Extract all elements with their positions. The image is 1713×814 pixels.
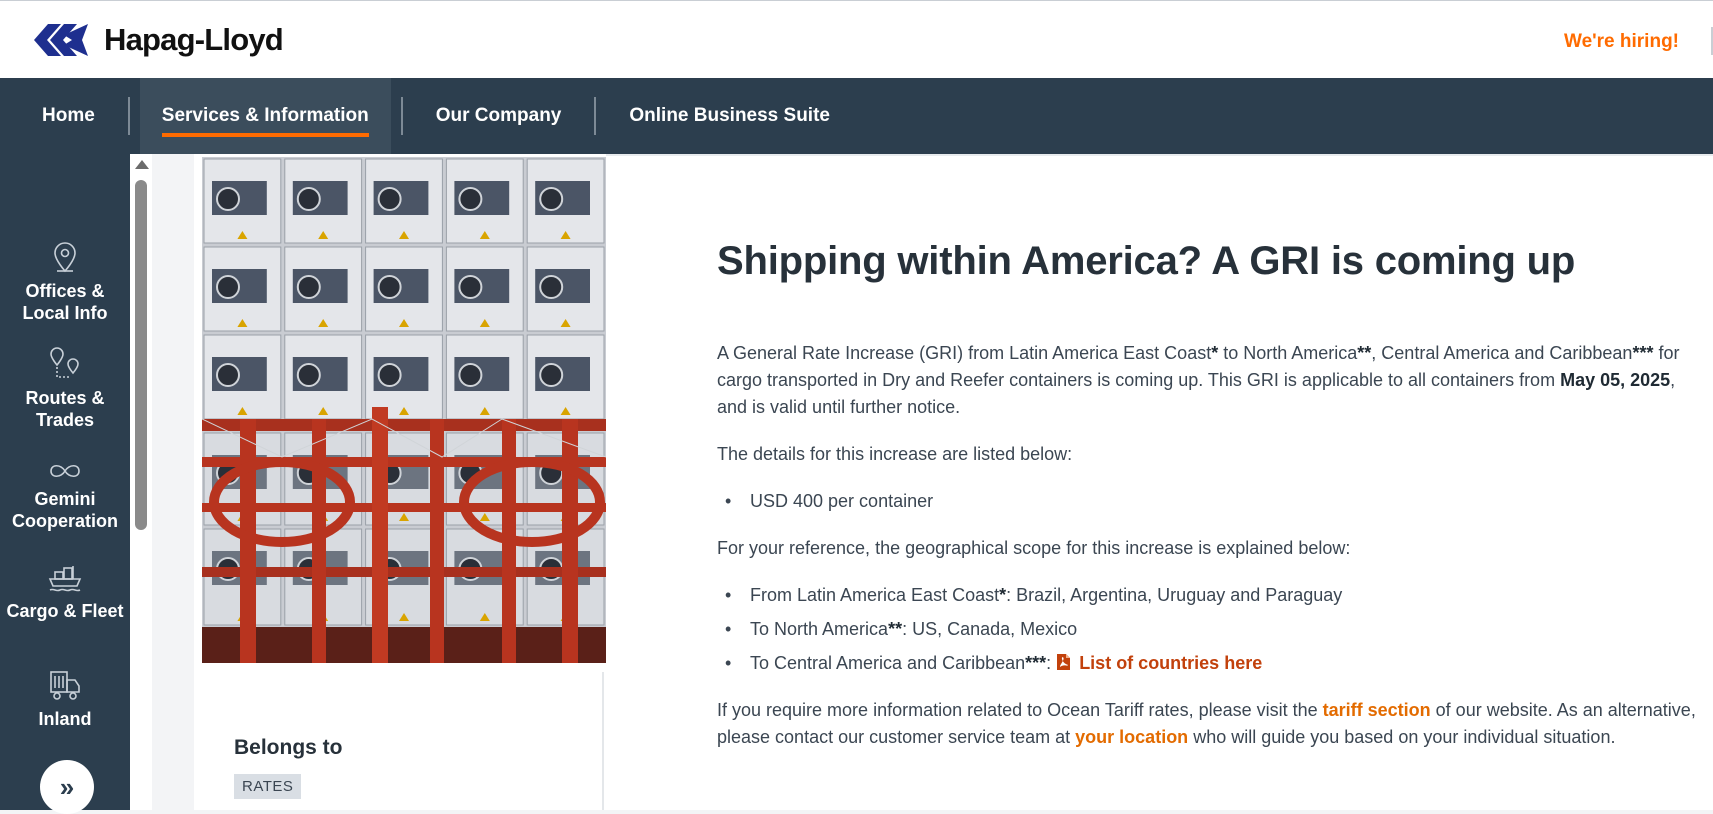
closing-text: If you require more information related … — [717, 700, 1323, 720]
sidebar-scrollbar[interactable] — [130, 154, 152, 810]
belongs-to-heading: Belongs to — [234, 736, 343, 759]
sidebar-item-label: Inland — [38, 709, 92, 729]
article-body: A General Rate Increase (GRI) from Latin… — [717, 340, 1707, 771]
hapag-lloyd-logo-icon — [34, 24, 88, 56]
scope-countries: : US, Canada, Mexico — [902, 619, 1078, 639]
scope-region: To North America — [750, 619, 889, 639]
footnote-marker: ** — [888, 619, 903, 639]
article-title: Shipping within America? A GRI is coming… — [717, 239, 1576, 283]
effective-date: May 05, 2025 — [1560, 370, 1671, 390]
truck-icon — [50, 671, 80, 700]
intro-text: to North America — [1218, 343, 1358, 363]
details-list: USD 400 per container — [717, 488, 1707, 515]
closing-text: who will guide you based on your individ… — [1188, 727, 1616, 747]
sidebar-item-inland[interactable]: Inland — [0, 668, 130, 730]
your-location-link[interactable]: your location — [1075, 727, 1188, 747]
infinity-link-icon — [50, 464, 80, 478]
sidebar-item-label: Routes & Trades — [25, 388, 105, 430]
footnote-marker: *** — [1025, 653, 1047, 673]
footnote-marker: *** — [1632, 343, 1654, 363]
scroll-up-arrow-icon[interactable] — [135, 160, 149, 169]
scope-region: From Latin America East Coast — [750, 585, 1000, 605]
location-pin-icon — [54, 242, 76, 273]
sidebar-expand-button[interactable]: » — [40, 760, 94, 814]
reefer-containers-image — [202, 157, 606, 663]
nav-services-label: Services & Information — [161, 105, 369, 137]
column-divider — [602, 672, 604, 810]
nav-company-label: Our Company — [435, 105, 562, 126]
scope-intro: For your reference, the geographical sco… — [717, 538, 1351, 558]
nav-home-label: Home — [42, 105, 95, 126]
hiring-link[interactable]: We're hiring! — [1564, 31, 1679, 53]
pdf-file-icon — [1057, 654, 1071, 670]
countries-pdf-link[interactable]: List of countries here — [1056, 653, 1262, 673]
ship-icon — [48, 566, 82, 592]
list-item: From Latin America East Coast*: Brazil, … — [717, 582, 1707, 609]
brand-logo[interactable]: Hapag-Lloyd — [34, 21, 284, 59]
pdf-link-label: List of countries here — [1079, 653, 1263, 673]
nav-services-information[interactable]: Services & Information — [139, 78, 391, 154]
scope-list: From Latin America East Coast*: Brazil, … — [717, 582, 1707, 677]
list-item: To North America**: US, Canada, Mexico — [717, 616, 1707, 643]
route-pins-icon — [50, 347, 79, 378]
top-header: Hapag-Lloyd We're hiring! — [0, 0, 1713, 78]
nav-obs-label: Online Business Suite — [629, 105, 830, 126]
tariff-section-link[interactable]: tariff section — [1323, 700, 1431, 720]
nav-online-business-suite[interactable]: Online Business Suite — [596, 78, 863, 154]
nav-home[interactable]: Home — [0, 78, 128, 154]
article-content: Shipping within America? A GRI is coming… — [606, 154, 1713, 810]
nav-divider — [127, 97, 130, 135]
sidebar-item-offices[interactable]: Offices & Local Info — [0, 240, 130, 324]
intro-text: , Central America and Caribbean — [1371, 343, 1633, 363]
scroll-thumb[interactable] — [135, 180, 147, 530]
sidebar-item-label: Offices & Local Info — [22, 281, 108, 323]
sidebar-item-label: Gemini Cooperation — [12, 489, 118, 531]
article-image — [202, 157, 606, 663]
closing-paragraph: If you require more information related … — [717, 697, 1707, 751]
side-nav: Offices & Local Info Routes & Trades Gem… — [0, 154, 130, 814]
sidebar-item-gemini[interactable]: Gemini Cooperation — [0, 460, 130, 532]
scope-region: To Central America and Caribbean — [750, 653, 1026, 673]
sidebar-item-label: Cargo & Fleet — [6, 601, 124, 621]
list-item: USD 400 per container — [717, 488, 1707, 515]
footnote-marker: ** — [1357, 343, 1372, 363]
sidebar-item-cargo-fleet[interactable]: Cargo & Fleet — [0, 562, 130, 622]
article-aside: Belongs to RATES — [194, 154, 606, 810]
scope-countries: : Brazil, Argentina, Uruguay and Paragua… — [1006, 585, 1343, 605]
main-nav: Home Services & Information Our Company … — [0, 78, 1713, 154]
details-intro: The details for this increase are listed… — [717, 444, 1073, 464]
list-item: To Central America and Caribbean***: Lis… — [717, 650, 1707, 677]
category-tag[interactable]: RATES — [234, 774, 302, 799]
nav-our-company[interactable]: Our Company — [403, 78, 595, 154]
brand-wordmark: Hapag-Lloyd — [104, 22, 284, 57]
sidebar-item-routes[interactable]: Routes & Trades — [0, 347, 130, 431]
double-chevron-right-icon: » — [59, 771, 75, 802]
intro-text: A General Rate Increase (GRI) from Latin… — [717, 343, 1212, 363]
intro-paragraph: A General Rate Increase (GRI) from Latin… — [717, 340, 1707, 421]
scope-countries: : — [1046, 653, 1057, 673]
